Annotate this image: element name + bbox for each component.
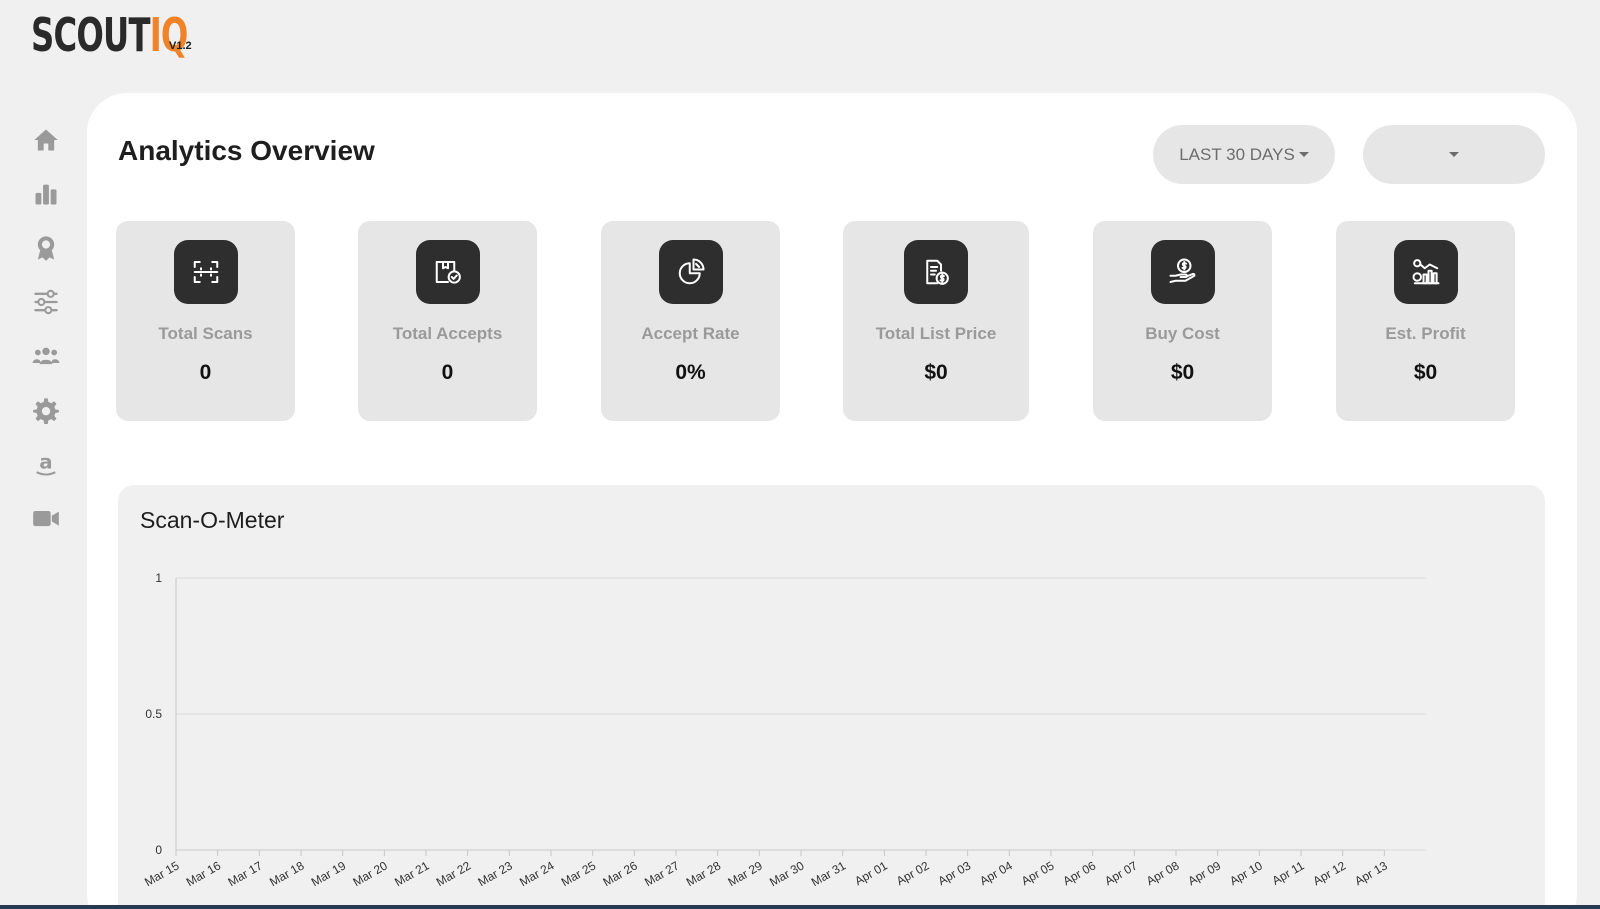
- stat-value: $0: [924, 361, 948, 384]
- pie-chart-icon: [658, 240, 723, 304]
- box-check-icon: [415, 240, 480, 304]
- gear-icon: [33, 398, 59, 424]
- x-tick-label: Apr 11: [1270, 858, 1307, 888]
- svg-text:a: a: [39, 451, 52, 474]
- users-icon: [32, 347, 60, 365]
- scan-icon: [173, 240, 238, 304]
- x-tick-label: Mar 20: [350, 858, 390, 889]
- analytics-card: Analytics Overview LAST 30 DAYS Total Sc…: [87, 93, 1577, 909]
- stat-card-est-profit: Est. Profit $0: [1336, 221, 1515, 421]
- scan-o-meter-panel: Scan-O-Meter 0 0.5 1 Mar 15 Mar 16 Mar 17 Mar …: [118, 485, 1545, 909]
- x-tick-label: Mar 30: [767, 858, 807, 889]
- y-tick-label: 0.5: [145, 707, 162, 721]
- x-tick-label: Apr 13: [1352, 858, 1390, 888]
- x-tick-label: Mar 28: [684, 858, 724, 889]
- x-tick-label: Apr 08: [1144, 858, 1182, 888]
- x-tick-label: Mar 22: [434, 858, 474, 889]
- y-tick-label: 0: [155, 843, 162, 857]
- x-tick-label: Apr 10: [1227, 858, 1265, 888]
- stat-card-total-scans: Total Scans 0: [116, 221, 295, 421]
- hand-dollar-icon: [1150, 240, 1215, 304]
- scan-o-meter-chart: 00.51Mar 15 Mar 16 Mar 17 Mar 18 Mar 19 Mar 2…: [142, 571, 1426, 889]
- stat-card-total-list-price: Total List Price $0: [843, 221, 1029, 421]
- x-tick-label: Apr 02: [894, 858, 932, 888]
- chevron-down-icon: [1449, 152, 1459, 157]
- bottom-edge: [0, 905, 1600, 909]
- x-tick-label: Mar 16: [184, 858, 224, 889]
- sidebar-item-team[interactable]: [28, 338, 64, 374]
- x-tick-label: Mar 27: [642, 858, 682, 889]
- stat-card-accept-rate: Accept Rate 0%: [601, 221, 780, 421]
- sidebar-item-filters[interactable]: [28, 284, 64, 320]
- bar-chart-icon: [35, 184, 57, 205]
- stat-value: $0: [1413, 361, 1438, 384]
- document-dollar-icon: [904, 240, 968, 304]
- x-tick-label: Mar 17: [225, 858, 265, 889]
- stat-label: Buy Cost: [1145, 324, 1220, 343]
- stat-value: $0: [1170, 361, 1195, 384]
- x-tick-label: Apr 04: [977, 858, 1015, 888]
- x-tick-label: Apr 07: [1102, 858, 1140, 888]
- y-tick-label: 1: [155, 571, 162, 585]
- x-tick-label: Apr 09: [1186, 858, 1224, 888]
- x-tick-label: Mar 21: [392, 858, 432, 889]
- app-logo[interactable]: SCOUTIQ V1.2: [31, 8, 232, 60]
- version-label: V1.2: [169, 40, 192, 52]
- video-icon: [33, 511, 59, 527]
- stat-label: Est. Profit: [1385, 324, 1466, 343]
- x-tick-label: Mar 26: [600, 858, 640, 889]
- home-icon: [34, 129, 58, 151]
- x-tick-label: Mar 15: [142, 858, 182, 889]
- profit-chart-icon: [1393, 240, 1458, 304]
- sliders-icon: [34, 289, 58, 315]
- x-tick-label: Mar 23: [475, 858, 515, 889]
- account-dropdown[interactable]: [1363, 125, 1545, 184]
- x-tick-label: Apr 12: [1311, 858, 1349, 888]
- chevron-down-icon: [1298, 152, 1309, 157]
- x-tick-label: Mar 19: [309, 858, 349, 889]
- stat-label: Total Scans: [158, 324, 253, 343]
- x-tick-label: Mar 25: [559, 858, 599, 889]
- x-tick-label: Apr 06: [1061, 858, 1099, 888]
- stat-value: 0%: [675, 361, 706, 384]
- x-tick-label: Mar 31: [809, 858, 849, 889]
- logo-wordmark: SCOUTIQ: [31, 8, 188, 62]
- sidebar: a: [28, 122, 64, 554]
- award-icon: [37, 236, 55, 261]
- amazon-icon: a: [36, 451, 56, 476]
- stat-card-total-accepts: Total Accepts 0: [358, 221, 537, 421]
- stat-label: Accept Rate: [641, 324, 740, 343]
- sidebar-item-analytics[interactable]: [28, 176, 64, 212]
- x-tick-label: Apr 05: [1019, 858, 1057, 888]
- stat-label: Total List Price: [875, 324, 997, 343]
- stat-value: 0: [199, 361, 212, 384]
- stat-label: Total Accepts: [392, 324, 503, 343]
- sidebar-item-settings[interactable]: [28, 392, 64, 428]
- stat-value: 0: [441, 361, 454, 384]
- x-tick-label: Apr 03: [936, 858, 974, 888]
- x-tick-label: Apr 01: [852, 858, 890, 888]
- date-range-dropdown[interactable]: LAST 30 DAYS: [1153, 125, 1335, 184]
- stat-card-buy-cost: Buy Cost $0: [1093, 221, 1272, 421]
- sidebar-item-home[interactable]: [28, 122, 64, 158]
- date-range-label: LAST 30 DAYS: [1179, 144, 1295, 164]
- x-tick-label: Mar 18: [267, 858, 307, 889]
- x-tick-label: Mar 29: [725, 858, 765, 889]
- sidebar-item-awards[interactable]: [28, 230, 64, 266]
- sidebar-item-videos[interactable]: [28, 500, 64, 536]
- x-tick-label: Mar 24: [517, 858, 557, 889]
- page-title: Analytics Overview: [118, 135, 375, 166]
- sidebar-item-amazon[interactable]: a: [28, 446, 64, 482]
